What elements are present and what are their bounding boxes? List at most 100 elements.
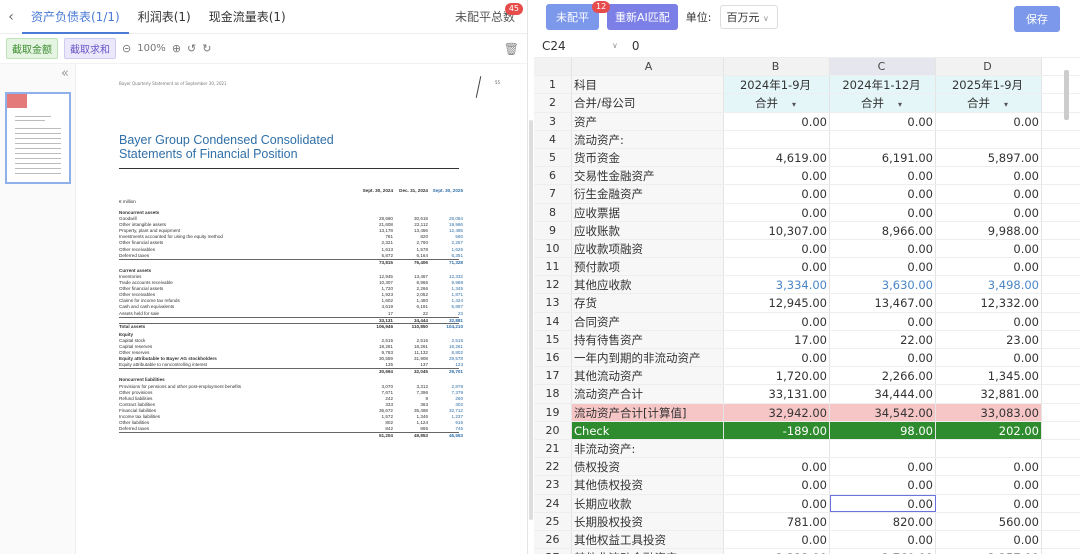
document-scrollbar[interactable] [529, 120, 533, 520]
cell-a[interactable]: 流动资产合计 [572, 385, 724, 403]
cell-b[interactable]: 2024年1-9月 [724, 76, 830, 94]
chevron-down-icon[interactable]: ∨ [612, 41, 618, 50]
cell-b[interactable]: 10,307.00 [724, 221, 830, 239]
cell-a[interactable]: 一年内到期的非流动资产 [572, 349, 724, 367]
column-header-c[interactable]: C [830, 58, 936, 76]
corner-cell[interactable] [534, 58, 572, 76]
cell-a[interactable]: 其他权益工具投资 [572, 530, 724, 549]
cell-b[interactable]: 781.00 [724, 512, 830, 530]
row-number[interactable]: 10 [534, 239, 572, 258]
cell-c[interactable]: 0.00 [830, 494, 936, 512]
cell-a[interactable]: 长期应收款 [572, 494, 724, 512]
trash-icon[interactable]: 🗑 [504, 42, 519, 56]
document-cell-c[interactable]: 46,553 [431, 433, 463, 439]
document-cell-b[interactable]: 76,406 [396, 260, 428, 266]
cell-c[interactable]: 34,444.00 [830, 385, 936, 403]
cell-c[interactable]: 0.00 [830, 203, 936, 221]
cell-b[interactable]: 2,322.00 [724, 549, 830, 554]
cell-c[interactable]: 0.00 [830, 239, 936, 258]
rematch-ai-button[interactable]: 重新AI匹配 [607, 4, 678, 30]
cell-c[interactable]: 2024年1-12月 [830, 76, 936, 94]
save-button[interactable]: 保存 [1014, 6, 1060, 32]
cell-c[interactable]: 13,467.00 [830, 294, 936, 312]
row-number[interactable]: 20 [534, 421, 572, 439]
cell-b[interactable]: 0.00 [724, 112, 830, 130]
cell-a[interactable]: 其他流动资产 [572, 367, 724, 385]
cell-a[interactable]: 预付款项 [572, 258, 724, 276]
dropdown-caret-icon[interactable]: ▾ [898, 100, 902, 109]
cell-b[interactable]: 合并 ▾ [724, 94, 830, 112]
cell-b[interactable]: 0.00 [724, 185, 830, 203]
row-number[interactable]: 12 [534, 276, 572, 294]
row-number[interactable]: 21 [534, 439, 572, 458]
cell-a[interactable]: 存货 [572, 294, 724, 312]
cell-c[interactable]: 合并 ▾ [830, 94, 936, 112]
row-number[interactable]: 4 [534, 130, 572, 148]
document-cell-a[interactable]: 73,815 [361, 260, 393, 266]
tab-balance-sheet[interactable]: 资产负债表(1/1) [22, 0, 129, 34]
rotate-right-icon[interactable]: ↻ [202, 42, 211, 55]
cell-d[interactable]: 0.00 [936, 349, 1042, 367]
row-number[interactable]: 22 [534, 458, 572, 476]
cell-b[interactable]: 0.00 [724, 349, 830, 367]
cell-c[interactable]: 2,760.00 [830, 549, 936, 554]
zoom-out-icon[interactable]: ⊝ [122, 42, 131, 55]
cell-value-input[interactable]: 0 [632, 39, 640, 53]
cell-c[interactable]: 34,542.00 [830, 403, 936, 421]
cell-c[interactable]: 22.00 [830, 330, 936, 348]
cell-b[interactable]: 3,334.00 [724, 276, 830, 294]
row-number[interactable]: 9 [534, 221, 572, 239]
zoom-in-icon[interactable]: ⊕ [172, 42, 181, 55]
row-number[interactable]: 23 [534, 476, 572, 494]
cell-d[interactable]: 202.00 [936, 421, 1042, 439]
cell-b[interactable]: -189.00 [724, 421, 830, 439]
cell-c[interactable]: 0.00 [830, 258, 936, 276]
cell-d[interactable]: 0.00 [936, 239, 1042, 258]
document-cell-c[interactable]: 104,210 [431, 324, 463, 330]
cell-a[interactable]: 货币资金 [572, 148, 724, 167]
cell-d[interactable]: 2025年1-9月 [936, 76, 1042, 94]
cell-b[interactable]: 0.00 [724, 530, 830, 549]
cell-d[interactable]: 0.00 [936, 185, 1042, 203]
cell-b[interactable]: 12,945.00 [724, 294, 830, 312]
cell-a[interactable]: 资产 [572, 112, 724, 130]
cell-c[interactable]: 0.00 [830, 349, 936, 367]
cell-b[interactable]: 0.00 [724, 458, 830, 476]
cell-c[interactable]: 0.00 [830, 112, 936, 130]
cell-b[interactable]: 1,720.00 [724, 367, 830, 385]
row-number[interactable]: 26 [534, 530, 572, 549]
cell-b[interactable] [724, 130, 830, 148]
cell-d[interactable]: 32,881.00 [936, 385, 1042, 403]
capture-amount-button[interactable]: 截取金额 [6, 38, 58, 59]
document-cell-a[interactable]: 51,204 [361, 433, 393, 439]
cell-reference[interactable]: C24 [542, 39, 612, 53]
cell-c[interactable]: 2,266.00 [830, 367, 936, 385]
cell-a[interactable]: 流动资产合计[计算值] [572, 403, 724, 421]
document-cell-c[interactable]: 29,701 [431, 369, 463, 375]
cell-b[interactable]: 33,131.00 [724, 385, 830, 403]
cell-d[interactable]: 9,988.00 [936, 221, 1042, 239]
document-cell-b[interactable]: 49,853 [396, 433, 428, 439]
cell-c[interactable]: 98.00 [830, 421, 936, 439]
cell-b[interactable]: 0.00 [724, 258, 830, 276]
cell-d[interactable] [936, 130, 1042, 148]
row-number[interactable]: 7 [534, 185, 572, 203]
cell-c[interactable]: 0.00 [830, 312, 936, 330]
cell-a[interactable]: 应收款项融资 [572, 239, 724, 258]
row-number[interactable]: 19 [534, 403, 572, 421]
cell-c[interactable]: 0.00 [830, 530, 936, 549]
cell-b[interactable]: 32,942.00 [724, 403, 830, 421]
cell-a[interactable]: 科目 [572, 76, 724, 94]
row-number[interactable]: 15 [534, 330, 572, 348]
cell-d[interactable]: 0.00 [936, 494, 1042, 512]
document-cell-c[interactable]: 71,328 [431, 260, 463, 266]
cell-c[interactable]: 8,966.00 [830, 221, 936, 239]
column-header-b[interactable]: B [724, 58, 830, 76]
cell-a[interactable]: 合同资产 [572, 312, 724, 330]
cell-d[interactable]: 23.00 [936, 330, 1042, 348]
cell-d[interactable]: 0.00 [936, 476, 1042, 494]
document-cell-b[interactable]: 32,045 [396, 369, 428, 375]
dropdown-caret-icon[interactable]: ▾ [792, 100, 796, 109]
row-number[interactable]: 18 [534, 385, 572, 403]
row-number[interactable]: 14 [534, 312, 572, 330]
